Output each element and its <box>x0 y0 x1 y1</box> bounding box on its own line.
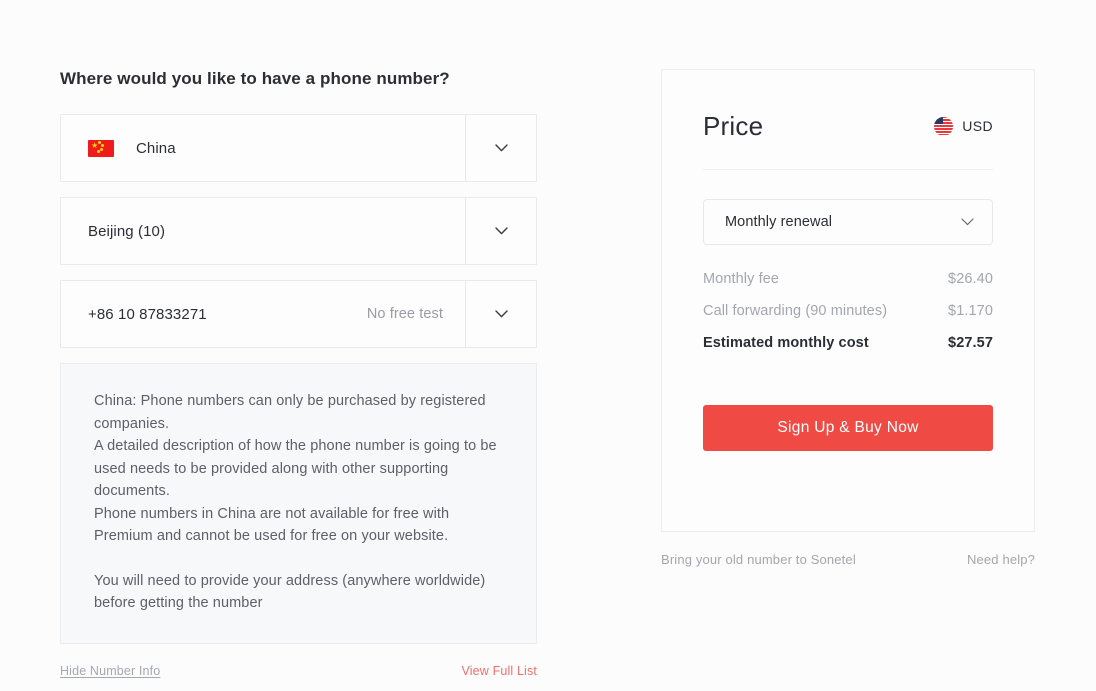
chevron-down-icon <box>494 227 508 235</box>
price-breakdown: Monthly fee $26.40 Call forwarding (90 m… <box>703 271 993 351</box>
area-select-value-area[interactable]: Beijing (10) <box>61 198 465 264</box>
price-row-label: Call forwarding (90 minutes) <box>703 303 888 319</box>
price-row: Monthly fee $26.40 <box>703 271 993 287</box>
chevron-down-icon <box>494 144 508 152</box>
renewal-period-select[interactable]: Monthly renewal <box>703 199 993 245</box>
left-footer-links: Hide Number Info View Full List <box>60 664 537 678</box>
us-flag-stripe <box>934 125 954 127</box>
cn-flag-small-star <box>97 150 100 153</box>
price-column: Price USD Monthly renewal Monthly fee $2… <box>661 69 1035 567</box>
us-flag-stripe <box>934 131 954 133</box>
currency-selector[interactable]: USD <box>934 116 993 136</box>
us-flag-canton <box>934 116 944 124</box>
country-select-label: China <box>136 139 176 157</box>
cn-flag-small-star <box>100 144 104 147</box>
chevron-down-icon <box>494 310 508 318</box>
area-select-label: Beijing (10) <box>88 222 166 240</box>
estimated-total-amount: $27.57 <box>948 335 993 351</box>
info-paragraph-description: A detailed description of how the phone … <box>94 438 497 499</box>
currency-code: USD <box>962 118 993 134</box>
country-select-value-area[interactable]: ★ China <box>61 115 465 181</box>
cn-flag-big-star: ★ <box>91 140 99 150</box>
phone-number-label: +86 10 87833271 <box>88 305 207 323</box>
area-select[interactable]: Beijing (10) <box>60 197 537 265</box>
estimated-total-row: Estimated monthly cost $27.57 <box>703 335 993 351</box>
info-paragraph-requirements: China: Phone numbers can only be purchas… <box>94 393 486 432</box>
info-paragraph-address: You will need to provide your address (a… <box>94 572 486 612</box>
info-paragraph-premium: Phone numbers in China are not available… <box>94 505 450 545</box>
area-select-toggle[interactable] <box>465 198 536 264</box>
need-help-link[interactable]: Need help? <box>967 552 1035 567</box>
us-flag-stripe <box>934 134 954 136</box>
phone-number-select-toggle[interactable] <box>465 281 536 347</box>
cn-flag-small-star <box>100 147 103 151</box>
price-card: Price USD Monthly renewal Monthly fee $2… <box>661 69 1035 532</box>
free-test-status: No free test <box>366 306 443 322</box>
right-footer-links: Bring your old number to Sonetel Need he… <box>661 552 1035 567</box>
estimated-total-label: Estimated monthly cost <box>703 335 869 351</box>
us-flag-icon <box>934 116 954 136</box>
view-full-list-link[interactable]: View Full List <box>461 664 537 678</box>
price-row-amount: $26.40 <box>948 271 993 287</box>
country-select[interactable]: ★ China <box>60 114 537 182</box>
cn-flag-icon: ★ <box>88 139 114 157</box>
price-row: Call forwarding (90 minutes) $1.170 <box>703 303 993 319</box>
us-flag-stripe <box>934 128 954 130</box>
port-number-link[interactable]: Bring your old number to Sonetel <box>661 552 856 567</box>
price-divider <box>703 169 993 170</box>
hide-number-info-link[interactable]: Hide Number Info <box>60 664 160 678</box>
phone-number-select[interactable]: +86 10 87833271 No free test <box>60 280 537 348</box>
price-heading: Price <box>703 111 764 141</box>
sign-up-buy-now-button[interactable]: Sign Up & Buy Now <box>703 405 993 451</box>
number-selection-column: Where would you like to have a phone num… <box>60 68 537 678</box>
phone-number-select-value-area[interactable]: +86 10 87833271 No free test <box>61 281 465 347</box>
number-info-panel: China: Phone numbers can only be purchas… <box>60 363 537 644</box>
page-title: Where would you like to have a phone num… <box>60 69 450 88</box>
chevron-down-icon <box>961 218 974 226</box>
price-row-label: Monthly fee <box>703 271 780 287</box>
country-select-toggle[interactable] <box>465 115 536 181</box>
price-row-amount: $1.170 <box>948 303 993 319</box>
price-card-header: Price USD <box>703 111 993 141</box>
renewal-period-label: Monthly renewal <box>725 214 833 230</box>
